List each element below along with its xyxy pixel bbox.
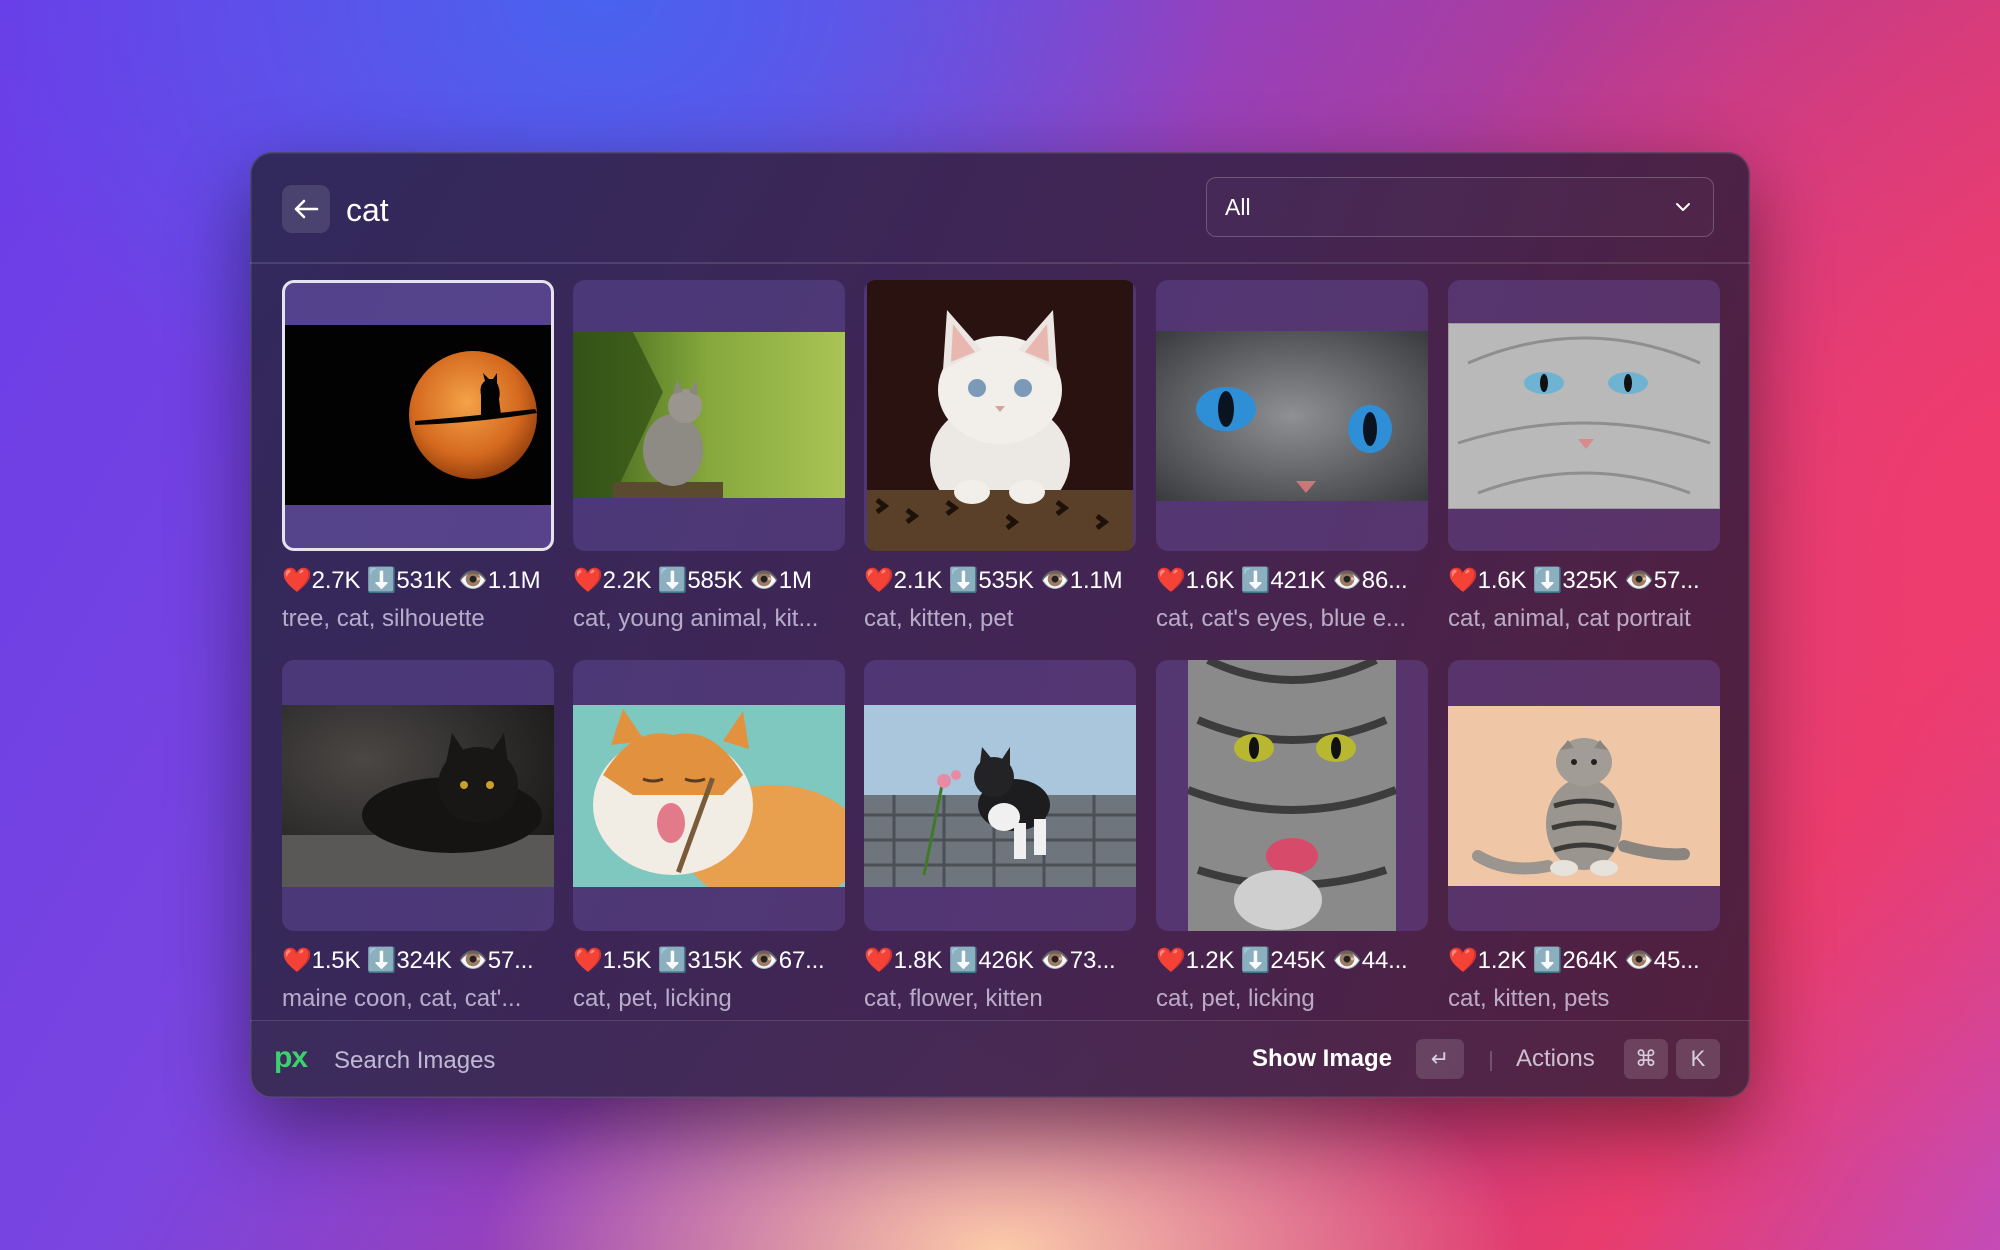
image-thumbnail-kitten-tree[interactable]	[573, 280, 845, 551]
image-white-kitten	[867, 280, 1133, 551]
image-gray-cat-portrait	[1448, 323, 1720, 509]
image-thumbnail-cat-portrait[interactable]	[1448, 280, 1720, 551]
image-stats: ❤️1.2K ⬇️264K 👁️45...	[1448, 947, 1700, 974]
actions-button[interactable]: Actions	[1516, 1045, 1595, 1073]
image-stats: ❤️1.5K ⬇️324K 👁️57...	[282, 947, 534, 974]
back-button[interactable]	[282, 185, 330, 233]
arrow-left-icon	[294, 199, 319, 219]
image-tags: cat, animal, cat portrait	[1448, 605, 1691, 632]
image-moon-cat-silhouette	[285, 325, 551, 505]
image-thumbnail-sitting-kitten[interactable]	[1448, 660, 1720, 931]
image-tags: cat, young animal, kit...	[573, 605, 819, 632]
image-tags: cat, kitten, pet	[864, 605, 1014, 632]
search-input[interactable]	[346, 188, 1046, 232]
image-stats: ❤️1.6K ⬇️421K 👁️86...	[1156, 567, 1408, 594]
image-thumbnail-kitten-flower[interactable]	[864, 660, 1136, 931]
image-thumbnail-licking-orange-cat[interactable]	[573, 660, 845, 931]
show-image-button[interactable]: Show Image	[1252, 1045, 1392, 1073]
extension-title: Search Images	[334, 1047, 496, 1074]
image-tags: cat, cat's eyes, blue e...	[1156, 605, 1407, 632]
k-key-icon: K	[1676, 1039, 1720, 1079]
image-tags: cat, pet, licking	[1156, 985, 1315, 1012]
image-stats: ❤️1.8K ⬇️426K 👁️73...	[864, 947, 1116, 974]
action-separator	[1490, 1051, 1492, 1071]
image-stats: ❤️1.6K ⬇️325K 👁️57...	[1448, 567, 1700, 594]
image-thumbnail-blue-eyes[interactable]	[1156, 280, 1428, 551]
command-key-icon: ⌘	[1624, 1039, 1668, 1079]
image-thumbnail-moon-cat[interactable]	[282, 280, 554, 551]
category-dropdown-value: All	[1225, 193, 1251, 220]
return-key-icon: ↵	[1416, 1039, 1464, 1079]
image-stats: ❤️2.7K ⬇️531K 👁️1.1M	[282, 567, 541, 594]
image-thumbnail-tabby-licking[interactable]	[1156, 660, 1428, 931]
image-black-maine-coon	[282, 705, 554, 887]
image-stats: ❤️2.1K ⬇️535K 👁️1.1M	[864, 567, 1123, 594]
image-tags: cat, flower, kitten	[864, 985, 1043, 1012]
image-tags: cat, pet, licking	[573, 985, 732, 1012]
image-kitten-in-tree	[573, 332, 845, 498]
extension-window: All ❤️2.7K ⬇️531K 👁️1.1M tree, cat, silh…	[250, 152, 1750, 1098]
pixabay-logo-icon: px	[274, 1041, 308, 1074]
image-thumbnail-white-kitten[interactable]	[864, 280, 1136, 551]
image-kitten-with-flower	[864, 705, 1136, 887]
image-cat-blue-eyes	[1156, 331, 1428, 501]
image-orange-cat-licking	[573, 705, 845, 887]
image-tags: cat, kitten, pets	[1448, 985, 1610, 1012]
image-tags: maine coon, cat, cat'...	[282, 985, 522, 1012]
image-tabby-cat-licking	[1188, 660, 1396, 931]
header-divider	[250, 262, 1750, 264]
image-tags: tree, cat, silhouette	[282, 605, 485, 632]
image-thumbnail-maine-coon[interactable]	[282, 660, 554, 931]
action-bar: px Search Images Show Image ↵ Actions ⌘ …	[250, 1020, 1750, 1098]
chevron-down-icon	[1676, 203, 1690, 211]
image-scottish-fold-sitting	[1448, 706, 1720, 886]
image-stats: ❤️1.5K ⬇️315K 👁️67...	[573, 947, 825, 974]
image-stats: ❤️2.2K ⬇️585K 👁️1M	[573, 567, 812, 594]
image-stats: ❤️1.2K ⬇️245K 👁️44...	[1156, 947, 1408, 974]
category-dropdown[interactable]: All	[1206, 177, 1714, 237]
